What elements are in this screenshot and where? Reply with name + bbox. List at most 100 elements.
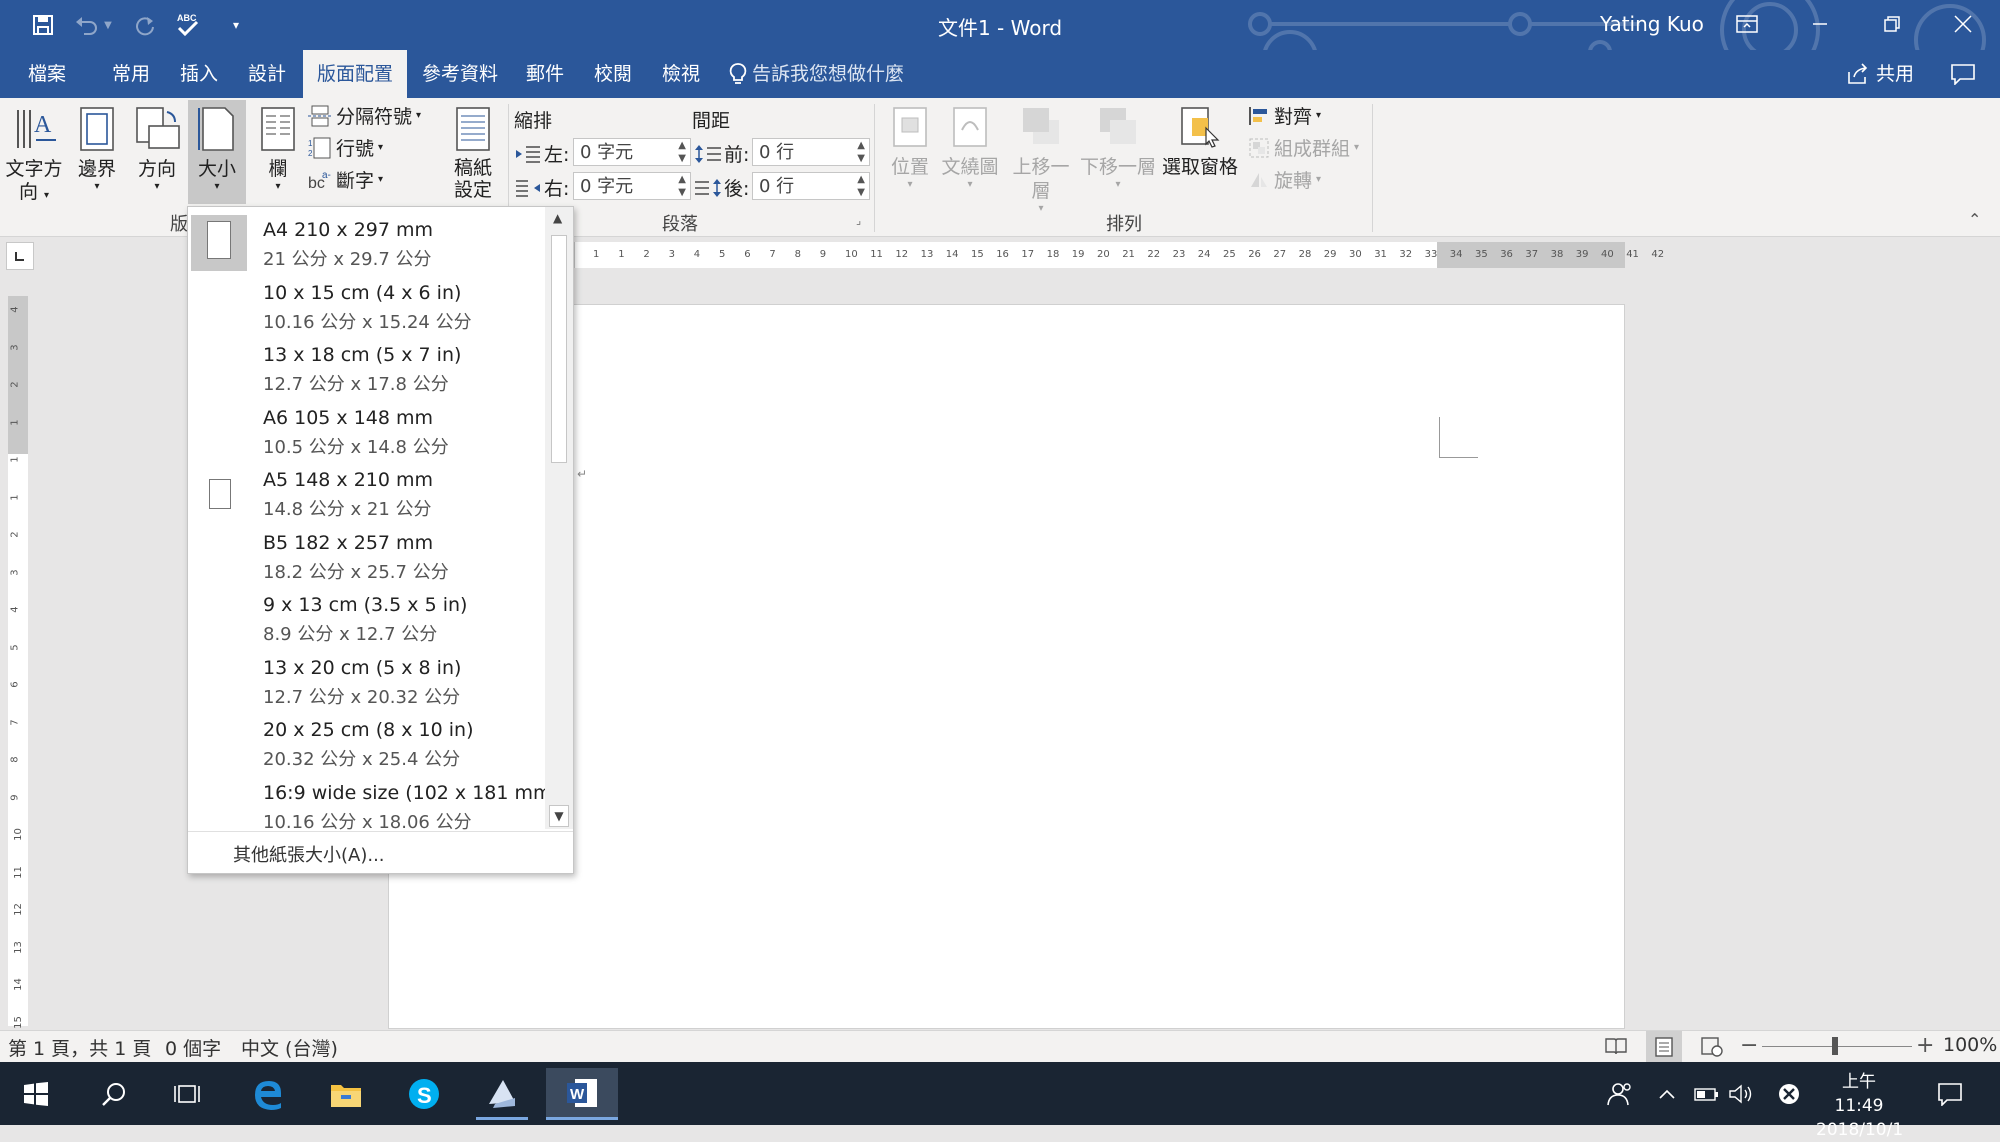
paper-size-item[interactable]: 9 x 13 cm (3.5 x 5 in) 8.9 公分 x 12.7 公分 — [188, 588, 543, 650]
search-icon[interactable] — [88, 1068, 140, 1120]
user-name[interactable]: Yating Kuo — [1600, 12, 1704, 36]
tab-mailings[interactable]: 郵件 — [512, 50, 578, 98]
line-numbers-button[interactable]: 12 行號 ▾ — [308, 134, 383, 161]
battery-icon[interactable] — [1688, 1068, 1722, 1120]
comments-icon[interactable] — [1936, 50, 1990, 98]
tab-insert[interactable]: 插入 — [166, 50, 232, 98]
scroll-up-icon[interactable]: ▲ — [553, 211, 562, 225]
paper-size-item[interactable]: 10 x 15 cm (4 x 6 in) 10.16 公分 x 15.24 公分 — [188, 276, 543, 338]
action-center-icon[interactable] — [1924, 1068, 1976, 1120]
paper-size-item[interactable]: A4 210 x 297 mm 21 公分 x 29.7 公分 — [188, 213, 543, 275]
page-count[interactable]: 第 1 頁，共 1 頁 — [8, 1034, 151, 1061]
paper-size-item[interactable]: 13 x 20 cm (5 x 8 in) 12.7 公分 x 20.32 公分 — [188, 651, 543, 713]
position-button[interactable]: 位置 ▾ — [884, 104, 936, 190]
rotate-label: 旋轉 — [1274, 170, 1313, 192]
paper-size-dimensions: 10.5 公分 x 14.8 公分 — [263, 436, 449, 458]
tab-file[interactable]: 檔案 — [14, 50, 80, 98]
paper-size-item[interactable]: A6 105 x 148 mm 10.5 公分 x 14.8 公分 — [188, 401, 543, 463]
ruler-number: 12 — [895, 249, 909, 260]
skype-icon[interactable]: S — [398, 1068, 450, 1120]
tab-references[interactable]: 參考資料 — [408, 50, 512, 98]
align-button[interactable]: 對齊 ▾ — [1248, 102, 1321, 129]
spin-arrows-icon[interactable]: ▲ ▼ — [857, 173, 865, 199]
manuscript-settings-button[interactable]: 稿紙 設定 — [448, 104, 498, 201]
send-backward-button[interactable]: 下移一層 ▾ — [1080, 104, 1156, 190]
orientation-button[interactable]: 方向 ▾ — [130, 104, 184, 192]
read-mode-icon[interactable] — [1604, 1036, 1628, 1061]
print-layout-icon[interactable] — [1646, 1031, 1682, 1063]
margins-label: 邊界 — [77, 158, 116, 180]
paper-size-dimensions: 12.7 公分 x 17.8 公分 — [263, 374, 449, 395]
share-button[interactable]: 共用 — [1832, 50, 1928, 98]
language-indicator[interactable]: 中文 (台灣) — [241, 1034, 338, 1061]
horizontal-ruler[interactable]: 1 1 2 3 4 5 6 7 8 9 10 11 12 13 14 15 16 17 18 19 20 21 22 23 24… — [565, 242, 1664, 268]
more-paper-sizes-item[interactable]: 其他紙張大小(A)... — [233, 841, 385, 867]
volume-icon[interactable] — [1724, 1068, 1758, 1120]
columns-button[interactable]: 欄 ▾ — [254, 104, 302, 192]
paragraph-dialog-launcher-icon[interactable]: ⌟ — [856, 214, 861, 227]
word-count[interactable]: 0 個字 — [165, 1034, 221, 1061]
rotate-button[interactable]: 旋轉 ▾ — [1248, 166, 1321, 193]
hidden-icons-chevron-icon[interactable] — [1652, 1068, 1682, 1120]
tab-design[interactable]: 設計 — [234, 50, 300, 98]
pinned-app-icon[interactable] — [476, 1068, 528, 1120]
network-disconnected-icon[interactable] — [1772, 1068, 1806, 1120]
paper-size-item[interactable]: 16:9 wide size (102 x 181 mm) 10.16 公分 x … — [188, 776, 559, 838]
people-icon[interactable] — [1594, 1068, 1646, 1120]
share-label: 共用 — [1876, 63, 1915, 85]
ribbon-tab-bar: 檔案 常用 插入 設計 版面配置 參考資料 郵件 校閱 檢視 告訴我您想做什麼 … — [0, 50, 2000, 98]
close-button[interactable] — [1933, 0, 1993, 48]
file-explorer-icon[interactable] — [320, 1068, 372, 1120]
collapse-ribbon-icon[interactable]: ⌃ — [1968, 210, 1981, 229]
zoom-slider-thumb[interactable] — [1832, 1037, 1838, 1055]
size-button[interactable]: 大小 ▾ — [188, 100, 246, 204]
bring-forward-button[interactable]: 上移一層 ▾ — [1004, 104, 1078, 214]
spin-arrows-icon[interactable]: ▲ ▼ — [678, 139, 686, 165]
spacing-before-input[interactable]: 0 行 ▲ ▼ — [752, 138, 870, 166]
ruler-number: 24 — [1197, 249, 1211, 260]
paper-size-item[interactable]: A5 148 x 210 mm 14.8 公分 x 21 公分 — [188, 463, 543, 525]
indent-left-input[interactable]: 0 字元 ▲ ▼ — [573, 138, 691, 166]
ruler-number: 8 — [9, 756, 21, 763]
tell-me-box[interactable]: 告訴我您想做什麼 — [714, 50, 918, 98]
tab-selector-icon[interactable] — [6, 242, 34, 270]
ruler-number: 33 — [1424, 249, 1438, 260]
group-button[interactable]: 組成群組 ▾ — [1248, 134, 1359, 161]
title-bar: ▼ ABC ▾ 文件1 - Word Yating Kuo — [0, 0, 2000, 86]
breaks-button[interactable]: 分隔符號 ▾ — [308, 102, 421, 129]
vertical-ruler[interactable]: 4 3 2 1 1 1 2 3 4 5 6 7 8 9 10 11 12 13 14 15 — [8, 296, 28, 1028]
ruler-number: 1 — [9, 418, 21, 426]
zoom-level[interactable]: 100% — [1943, 1034, 1997, 1056]
dropdown-scrollbar[interactable]: ▲ ▼ — [545, 207, 573, 829]
hyphenation-button[interactable]: bc a- 斷字 ▾ — [308, 166, 383, 193]
paper-size-item[interactable]: 20 x 25 cm (8 x 10 in) 20.32 公分 x 25.4 公分 — [188, 713, 543, 775]
restore-button[interactable] — [1862, 0, 1922, 48]
edge-browser-icon[interactable] — [242, 1068, 294, 1120]
spin-arrows-icon[interactable]: ▲ ▼ — [678, 173, 686, 199]
margins-button[interactable]: 邊界 ▾ — [70, 104, 124, 192]
zoom-in-button[interactable]: + — [1916, 1033, 1934, 1058]
clock[interactable]: 上午 11:49 2018/10/1 — [1816, 1070, 1903, 1142]
indent-right-input[interactable]: 0 字元 ▲ ▼ — [573, 172, 691, 200]
web-layout-icon[interactable] — [1700, 1036, 1724, 1063]
spacing-after-icon — [695, 178, 721, 197]
spacing-after-input[interactable]: 0 行 ▲ ▼ — [752, 172, 870, 200]
text-direction-button[interactable]: A 文字方 向 ▾ — [4, 104, 64, 207]
paper-size-item[interactable]: B5 182 x 257 mm 18.2 公分 x 25.7 公分 — [188, 526, 543, 588]
selection-pane-button[interactable]: 選取窗格 — [1160, 104, 1240, 179]
task-view-icon[interactable] — [162, 1068, 214, 1120]
tab-review[interactable]: 校閱 — [580, 50, 646, 98]
tab-layout[interactable]: 版面配置 — [303, 50, 408, 98]
ribbon-display-options-icon[interactable] — [1717, 0, 1777, 48]
tab-home[interactable]: 常用 — [98, 50, 164, 98]
tab-view[interactable]: 檢視 — [648, 50, 714, 98]
zoom-out-button[interactable]: − — [1740, 1033, 1758, 1058]
word-taskbar-icon[interactable]: W — [546, 1068, 618, 1120]
paper-size-item[interactable]: 13 x 18 cm (5 x 7 in) 12.7 公分 x 17.8 公分 — [188, 338, 543, 400]
minimize-button[interactable] — [1790, 0, 1850, 48]
scroll-down-icon[interactable]: ▼ — [549, 805, 569, 827]
scrollbar-thumb[interactable] — [551, 235, 567, 463]
windows-start-icon[interactable] — [10, 1068, 62, 1120]
spin-arrows-icon[interactable]: ▲ ▼ — [857, 139, 865, 165]
wrap-text-button[interactable]: 文繞圖 ▾ — [940, 104, 1000, 190]
